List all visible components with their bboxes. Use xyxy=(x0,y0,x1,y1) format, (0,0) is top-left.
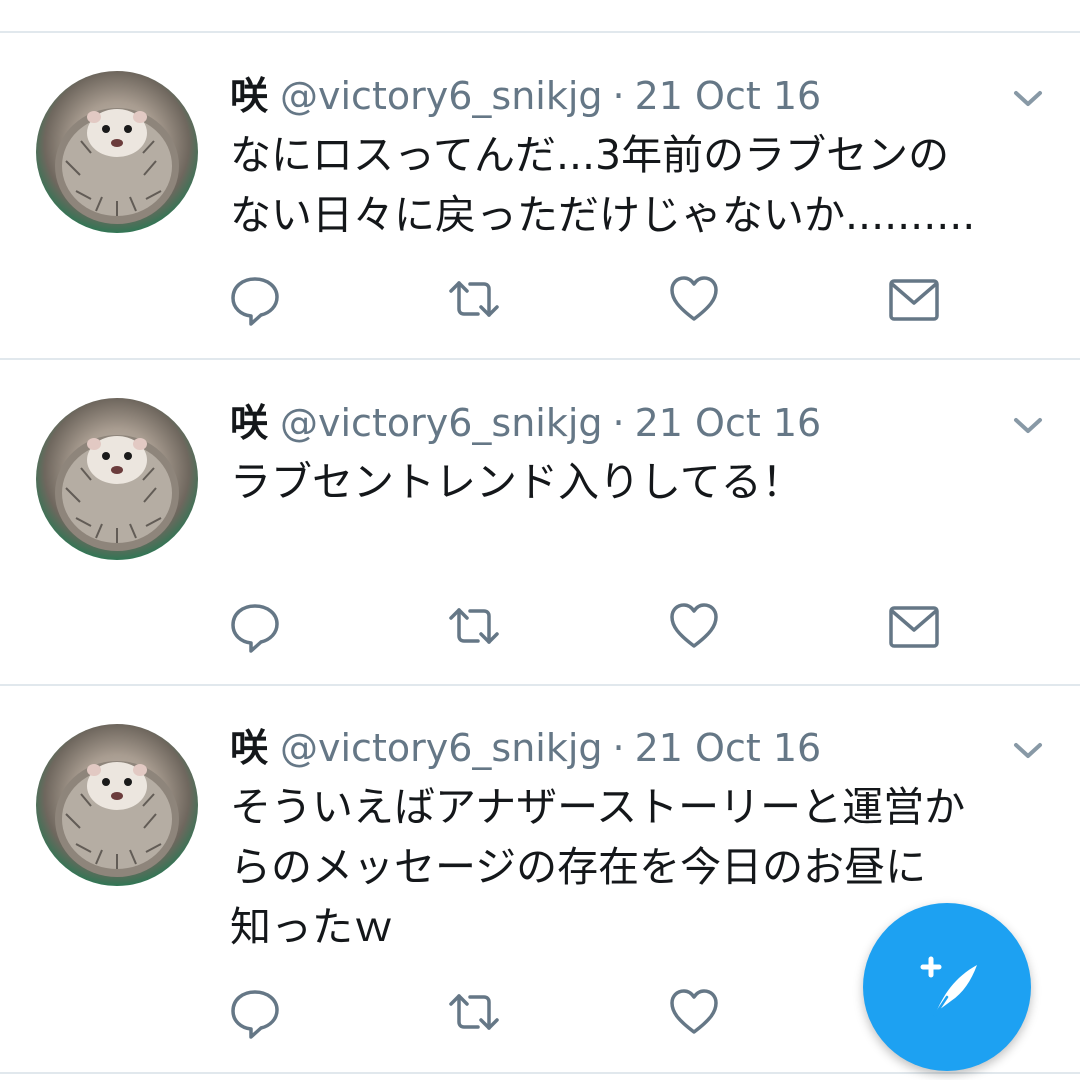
hedgehog-avatar-image xyxy=(55,435,179,551)
reply-icon[interactable] xyxy=(227,598,283,654)
header-separator: · xyxy=(612,74,625,118)
tweet-text-line: ラブセントレンド入りしてる！ xyxy=(230,458,803,506)
envelope-icon[interactable] xyxy=(886,600,942,656)
heart-icon[interactable] xyxy=(666,598,722,654)
retweet-icon[interactable] xyxy=(446,271,502,327)
author-name[interactable]: 咲 xyxy=(230,74,268,118)
chevron-down-icon[interactable] xyxy=(1008,730,1048,770)
compose-tweet-icon xyxy=(920,956,977,1017)
avatar[interactable] xyxy=(36,724,198,886)
tweet-date[interactable]: 21 Oct 16 xyxy=(635,74,822,118)
tweet-header: 咲 @victory6_snikjg · 21 Oct 16 xyxy=(230,71,990,121)
heart-icon[interactable] xyxy=(666,271,722,327)
avatar[interactable] xyxy=(36,71,198,233)
tweet-header: 咲 @victory6_snikjg · 21 Oct 16 xyxy=(230,398,990,448)
avatar[interactable] xyxy=(36,398,198,560)
tweet-text: ラブセントレンド入りしてる！ xyxy=(230,452,1030,512)
envelope-icon[interactable] xyxy=(886,273,942,329)
retweet-icon[interactable] xyxy=(446,984,502,1040)
header-separator: · xyxy=(612,726,625,770)
chevron-down-icon[interactable] xyxy=(1008,78,1048,118)
retweet-icon[interactable] xyxy=(446,598,502,654)
reply-icon[interactable] xyxy=(227,271,283,327)
tweet-date[interactable]: 21 Oct 16 xyxy=(635,401,822,445)
author-handle[interactable]: @victory6_snikjg xyxy=(280,74,603,118)
author-name[interactable]: 咲 xyxy=(230,726,268,770)
tweet-2[interactable]: 咲 @victory6_snikjg · 21 Oct 16 ラブセントレンド入りして… xyxy=(0,360,1080,686)
tweet-text-line: なにロスってんだ...3年前のラブセンの xyxy=(230,131,950,179)
tweet-1[interactable]: 咲 @victory6_snikjg · 21 Oct 16 なにロスってんだ...3… xyxy=(0,33,1080,360)
tweet-text-line: らのメッセージの存在を今日のお昼に xyxy=(230,843,927,891)
compose-tweet-button[interactable] xyxy=(863,903,1031,1071)
author-handle[interactable]: @victory6_snikjg xyxy=(280,401,603,445)
chevron-down-icon[interactable] xyxy=(1008,405,1048,445)
hedgehog-avatar-image xyxy=(55,108,179,224)
author-name[interactable]: 咲 xyxy=(230,401,268,445)
header-separator: · xyxy=(612,401,625,445)
tweet-text-line: ない日々に戻っただけじゃないか.......... xyxy=(230,191,976,239)
hedgehog-avatar-image xyxy=(55,761,179,877)
author-handle[interactable]: @victory6_snikjg xyxy=(280,726,603,770)
heart-icon[interactable] xyxy=(666,984,722,1040)
tweet-header: 咲 @victory6_snikjg · 21 Oct 16 xyxy=(230,723,990,773)
tweet-text-line: そういえばアナザーストーリーと運営か xyxy=(230,783,966,831)
tweet-date[interactable]: 21 Oct 16 xyxy=(635,726,822,770)
tweet-text: なにロスってんだ...3年前のラブセンの ない日々に戻っただけじゃないか....… xyxy=(230,125,1030,245)
reply-icon[interactable] xyxy=(227,984,283,1040)
